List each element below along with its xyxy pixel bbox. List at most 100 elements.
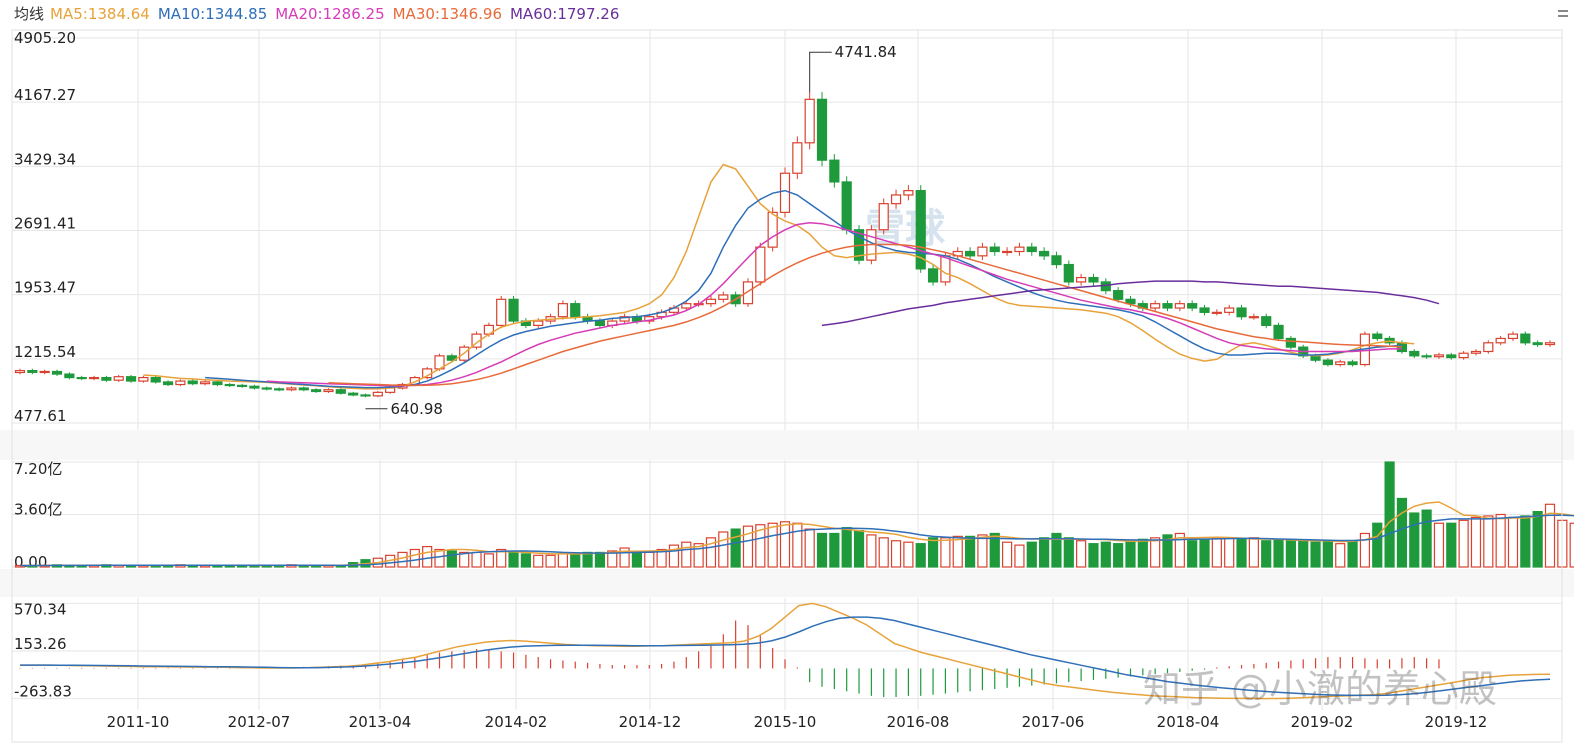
candle-body [964,250,976,257]
candle-body [890,194,902,205]
volume-bar [471,551,482,568]
candle-body [150,376,161,383]
candle-body [1433,354,1445,358]
candle-body [1532,342,1543,346]
candle-body [1051,255,1062,266]
candle-body [705,298,717,305]
volume-bar [1224,537,1235,568]
candle-body [1187,303,1198,309]
candle-body [1544,342,1556,346]
candle-body [570,303,581,318]
volume-bar [804,528,815,568]
candle-body [804,98,815,144]
volume-bar [681,541,692,568]
x-tick-label: 2011-10 [107,713,170,731]
candle-body [162,381,174,386]
volume-bar [533,554,544,568]
volume-bar [767,522,778,568]
candle-body [1520,333,1531,344]
candle-body [1211,311,1222,314]
volume-bar [1285,540,1296,568]
candle-body [1063,263,1074,283]
macd-header-bg [0,569,1574,597]
volume-bar [1211,537,1222,568]
volume-bar [520,553,531,568]
candle-body [1076,276,1087,283]
candle-body [557,303,569,318]
candle-body [360,394,371,397]
candle-body [76,376,87,380]
volume-bar [1409,512,1420,568]
candle-body [101,376,112,381]
volume-bar [878,537,889,568]
candle-body [1174,303,1185,309]
volume-y-tick: 3.60亿 [14,501,62,519]
volume-header-bg [0,430,1574,460]
candle-body [1224,307,1235,313]
candle-body [348,392,359,396]
candle-body [1026,246,1037,253]
volume-bar [903,541,914,568]
volume-bar [915,543,926,568]
candle-body [249,385,260,389]
candle-body [286,387,297,391]
macd-y-tick: 570.34 [14,600,67,618]
volume-bar [1507,516,1519,568]
candle-body [533,320,544,327]
candle-body [977,246,988,257]
volume-bar [1483,515,1494,568]
x-tick-label: 2018-04 [1157,713,1220,731]
candle-body [1372,333,1383,340]
x-tick-label: 2019-12 [1425,713,1488,731]
ma-line-ma10 [205,189,1402,389]
volume-bar [1236,538,1247,568]
x-tick-label: 2016-08 [887,713,950,731]
volume-bar [1039,537,1050,568]
candle-body [138,376,149,382]
candle-body [1322,359,1334,366]
volume-bar [1335,543,1346,568]
candle-body [1470,350,1482,354]
candle-body [1421,355,1432,358]
volume-bar [977,534,988,568]
candle-body [1001,250,1013,254]
candle-body [175,380,186,386]
volume-bar [422,545,433,568]
volume-bar [1063,537,1074,568]
candle-body [1113,290,1124,300]
candle-body [1335,361,1346,366]
volume-bar [1421,509,1432,568]
candle-body [125,376,137,382]
candle-body [755,246,766,283]
candle-body [841,181,852,231]
candle-body [1199,307,1210,313]
candle-body [335,389,346,394]
volume-bar [409,548,420,568]
volume-bar [964,535,976,568]
volume-bar [483,553,494,568]
price-y-tick: 2691.41 [14,214,76,232]
candle-body [903,190,914,196]
candle-body [14,370,26,374]
volume-bar [1001,541,1013,568]
x-tick-label: 2017-06 [1022,713,1085,731]
credit-watermark: 知乎 @小澈的养心殿 [1143,667,1497,711]
volume-bar [631,551,643,568]
volume-bar [1088,543,1099,568]
candle-body [298,387,309,391]
candle-body [1014,246,1025,253]
candle-body [1248,316,1259,319]
candle-body [311,389,322,393]
volume-bar [1076,540,1087,568]
volume-bar [594,551,606,568]
volume-bar [1261,540,1272,568]
volume-bar [1433,522,1445,568]
volume-bar [940,537,951,568]
volume-bar [446,550,457,568]
candle-body [940,255,951,283]
volume-bar [841,527,852,568]
volume-bar [1322,540,1334,568]
candle-body [767,211,778,248]
volume-bar [792,522,803,568]
volume-bar [1125,541,1136,568]
